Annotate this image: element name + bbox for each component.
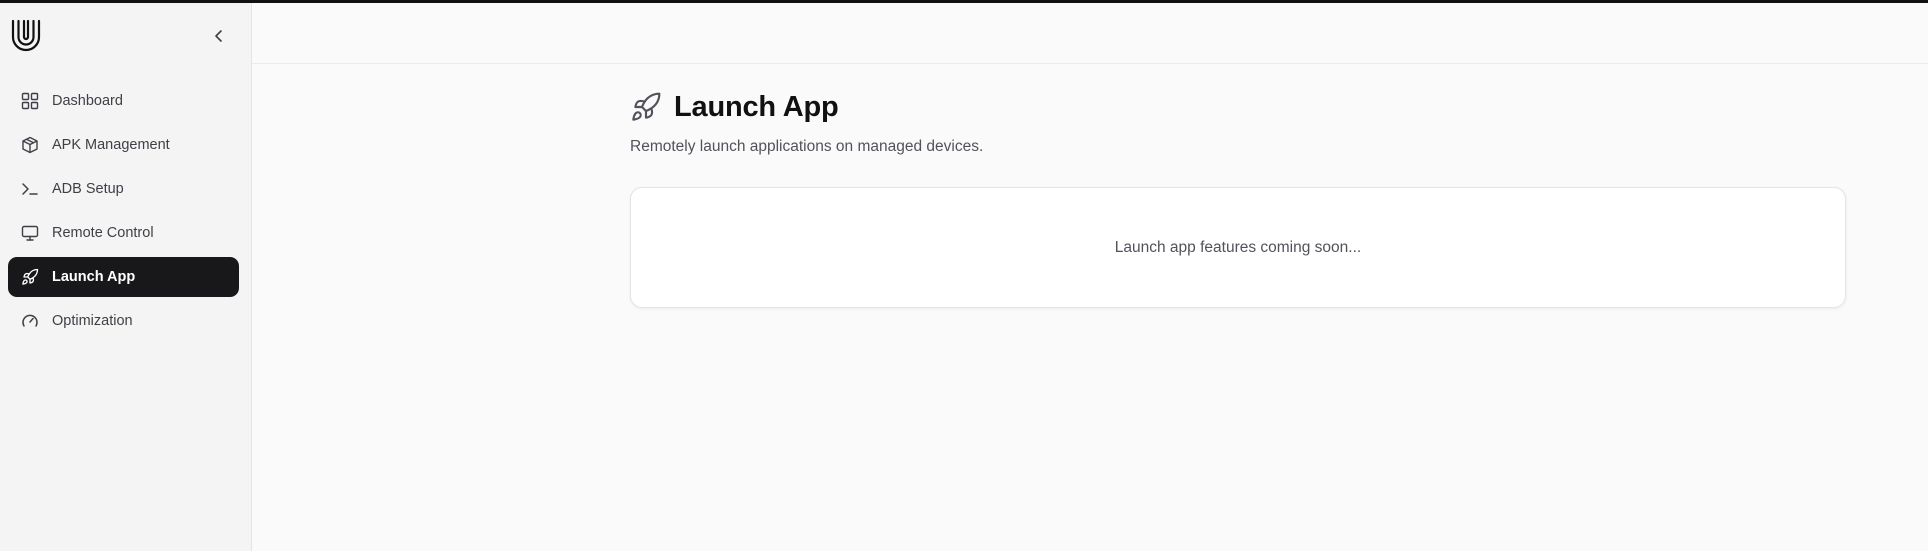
sidebar-item-label: APK Management (52, 137, 170, 153)
page-title: Launch App (674, 90, 839, 123)
sidebar-item-label: Dashboard (52, 93, 123, 109)
rocket-icon (20, 267, 40, 287)
gauge-icon (20, 311, 40, 331)
placeholder-card: Launch app features coming soon... (630, 187, 1846, 308)
terminal-icon (20, 179, 40, 199)
sidebar-item-label: Optimization (52, 313, 133, 329)
collapse-sidebar-button[interactable] (206, 23, 232, 49)
monitor-icon (20, 223, 40, 243)
top-header (252, 3, 1928, 64)
coming-soon-text: Launch app features coming soon... (1114, 238, 1362, 256)
sidebar-item-remote-control[interactable]: Remote Control (8, 213, 239, 253)
sidebar-item-adb-setup[interactable]: ADB Setup (8, 169, 239, 209)
main-content: Launch App Remotely launch applications … (630, 86, 1848, 308)
sidebar-nav: Dashboard APK Management ADB Setup Remot… (8, 81, 239, 345)
chevron-left-icon (215, 30, 222, 42)
sidebar-item-label: Launch App (52, 269, 136, 285)
sidebar-item-apk-management[interactable]: APK Management (8, 125, 239, 165)
page-subtitle: Remotely launch applications on managed … (630, 138, 984, 155)
grid-icon (20, 91, 40, 111)
sidebar-item-label: ADB Setup (52, 181, 124, 197)
rocket-icon (630, 91, 662, 123)
sidebar-item-dashboard[interactable]: Dashboard (8, 81, 239, 121)
page-header: Launch App (630, 86, 1848, 128)
sidebar-item-launch-app[interactable]: Launch App (8, 257, 239, 297)
app-logo[interactable] (10, 17, 42, 55)
sidebar: Dashboard APK Management ADB Setup Remot… (0, 3, 252, 551)
sidebar-item-optimization[interactable]: Optimization (8, 301, 239, 341)
sidebar-item-label: Remote Control (52, 225, 154, 241)
package-icon (20, 135, 40, 155)
